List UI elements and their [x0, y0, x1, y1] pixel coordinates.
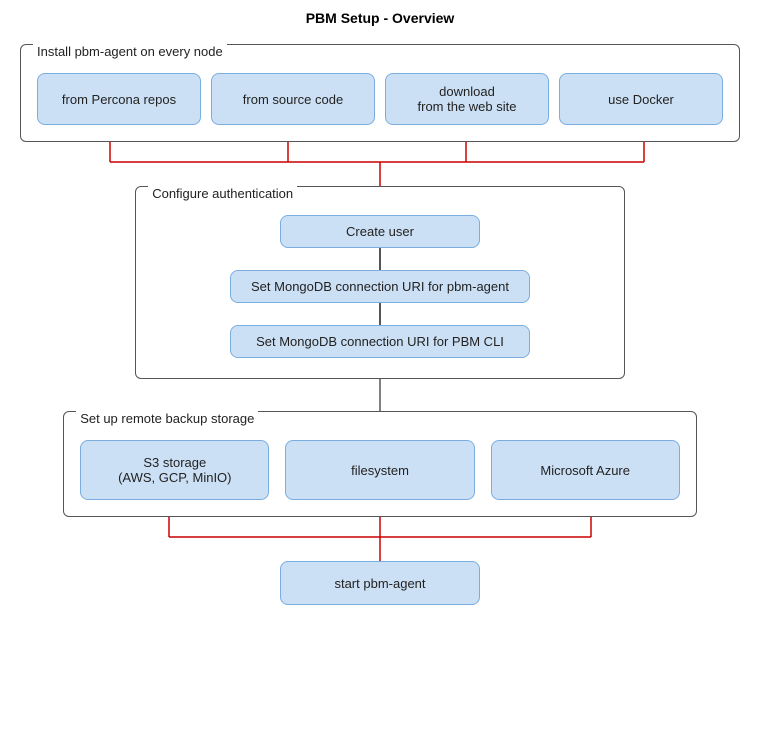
auth-section-label: Configure authentication [148, 186, 297, 201]
install-to-auth-connector [20, 142, 740, 186]
install-download-web[interactable]: download from the web site [385, 73, 549, 125]
backup-boxes: S3 storage (AWS, GCP, MinIO) filesystem … [80, 440, 680, 500]
mongo-uri-cli-box[interactable]: Set MongoDB connection URI for PBM CLI [230, 325, 530, 358]
auth-section: Configure authentication Create user Set… [135, 186, 625, 379]
filesystem-box[interactable]: filesystem [285, 440, 474, 500]
auth-inner: Create user Set MongoDB connection URI f… [166, 215, 594, 358]
install-section: Install pbm-agent on every node from Per… [20, 44, 740, 142]
page-title: PBM Setup - Overview [306, 10, 455, 26]
auth-to-backup-connector [20, 379, 740, 411]
create-user-box[interactable]: Create user [280, 215, 480, 248]
start-pbm-agent-box[interactable]: start pbm-agent [280, 561, 480, 605]
auth-vert-1 [379, 248, 381, 270]
backup-section: Set up remote backup storage S3 storage … [63, 411, 697, 517]
install-boxes: from Percona repos from source code down… [37, 73, 723, 125]
auth-vert-2 [379, 303, 381, 325]
install-percona-repos[interactable]: from Percona repos [37, 73, 201, 125]
microsoft-azure-box[interactable]: Microsoft Azure [491, 440, 680, 500]
backup-to-start-connector [20, 517, 740, 561]
install-use-docker[interactable]: use Docker [559, 73, 723, 125]
install-section-label: Install pbm-agent on every node [33, 44, 227, 59]
backup-section-label: Set up remote backup storage [76, 411, 258, 426]
s3-storage-box[interactable]: S3 storage (AWS, GCP, MinIO) [80, 440, 269, 500]
mongo-uri-agent-box[interactable]: Set MongoDB connection URI for pbm-agent [230, 270, 530, 303]
install-source-code[interactable]: from source code [211, 73, 375, 125]
